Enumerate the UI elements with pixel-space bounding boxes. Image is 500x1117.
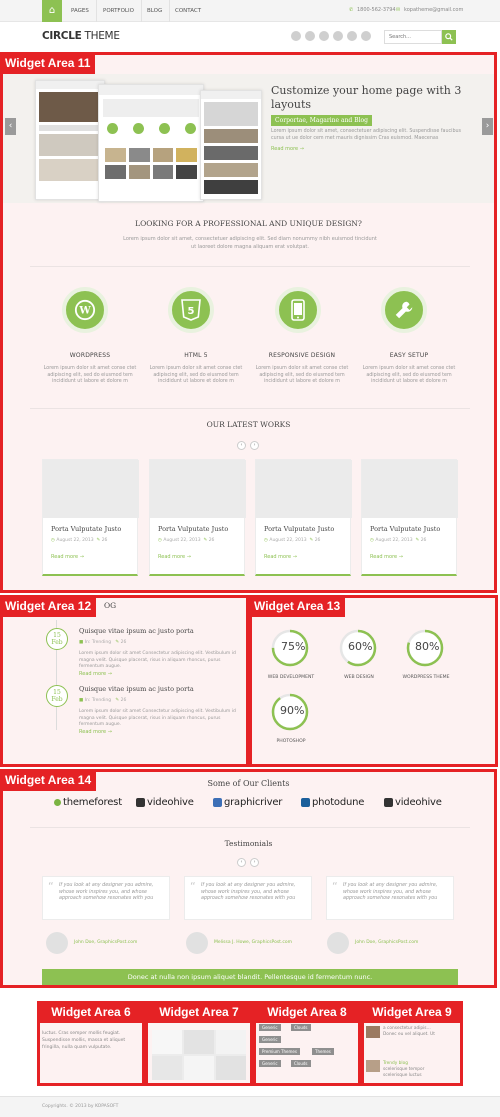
- widget-area-11-label: Widget Area 11: [0, 52, 96, 74]
- search-icon: [445, 33, 453, 41]
- widget-area-11: [0, 52, 497, 593]
- nav-pages[interactable]: PAGES: [64, 0, 97, 22]
- copyright: Copyrights. © 2013 by KOPASOFT: [42, 1104, 119, 1109]
- phone-number: 1800-562-3794: [357, 7, 396, 13]
- email-address[interactable]: kopatheme@gmail.com: [404, 7, 463, 13]
- widget-area-13: [249, 595, 498, 767]
- widget-area-8-label: Widget Area 8: [253, 1001, 361, 1023]
- home-icon[interactable]: ⌂: [42, 0, 62, 22]
- mail-icon: ✉: [396, 7, 401, 13]
- widget-area-7-label: Widget Area 7: [145, 1001, 253, 1023]
- widget-area-12-label: Widget Area 12: [0, 595, 97, 617]
- widget-area-13-label: Widget Area 13: [249, 595, 346, 617]
- widget-area-14: [0, 769, 497, 988]
- search-button[interactable]: [442, 30, 456, 44]
- rss-icon[interactable]: [291, 31, 301, 41]
- facebook-icon[interactable]: [347, 31, 357, 41]
- widget-area-6-label: Widget Area 6: [37, 1001, 145, 1023]
- widget-area-9-label: Widget Area 9: [361, 1001, 463, 1023]
- dribbble-icon[interactable]: [305, 31, 315, 41]
- flickr-icon[interactable]: [319, 31, 329, 41]
- more-social-icon[interactable]: [361, 31, 371, 41]
- nav-blog[interactable]: BLOG: [140, 0, 171, 22]
- twitter-icon[interactable]: [333, 31, 343, 41]
- widget-area-14-label: Widget Area 14: [0, 769, 97, 791]
- search-input[interactable]: [384, 30, 442, 44]
- nav-contact[interactable]: CONTACT: [168, 0, 208, 22]
- logo[interactable]: CIRCLE THEME: [42, 30, 120, 42]
- widget-area-12: [0, 595, 249, 767]
- phone-icon: ✆: [349, 7, 354, 13]
- nav-portfolio[interactable]: PORTFOLIO: [96, 0, 142, 22]
